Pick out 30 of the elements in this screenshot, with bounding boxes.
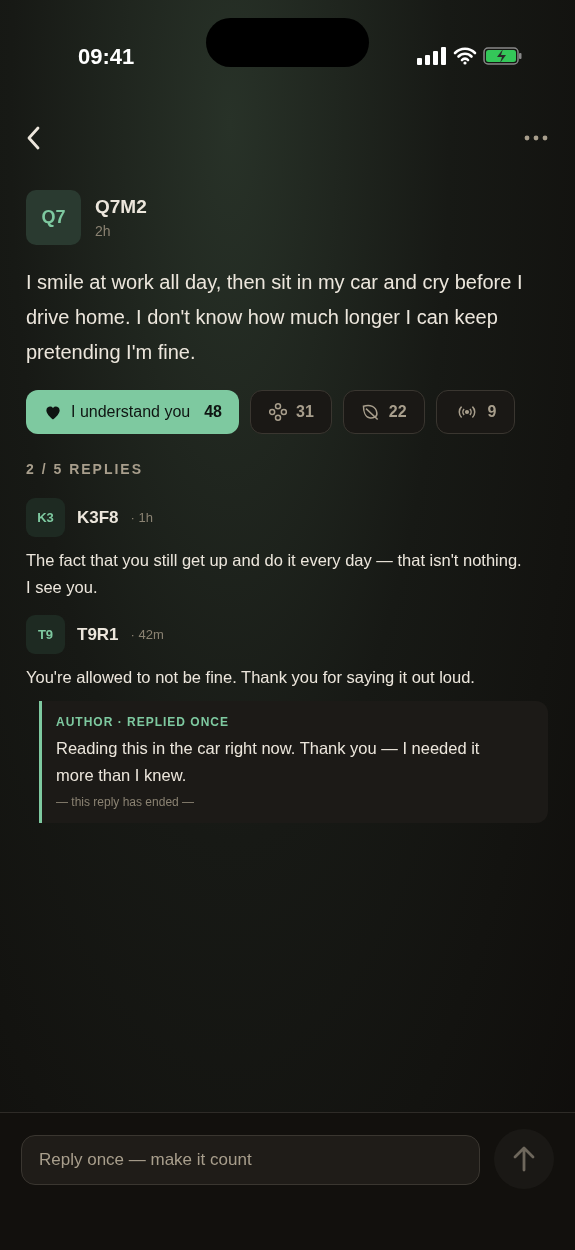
author-name: Q7M2 <box>95 194 147 219</box>
reply-time: · 1h <box>130 508 153 527</box>
reply-ended-note: — this reply has ended — <box>56 794 196 811</box>
status-time: 09:41 <box>78 42 135 71</box>
reply-time: · 42m <box>130 625 164 644</box>
reply-body: You're allowed to not be fine. Thank you for saying it out loud. <box>25 667 476 688</box>
reply-avatar: T9 <box>26 615 65 654</box>
reaction-button[interactable]: 9 <box>435 390 515 434</box>
replies-count: 2 / 5 REPLIES <box>25 460 145 479</box>
reply-author: K3F8 <box>77 506 119 529</box>
leaf-icon <box>360 402 381 422</box>
reply-body: The fact that you still get up and do it every day — that isn't nothing. I see you. <box>25 550 523 598</box>
flower-icon <box>268 402 288 422</box>
reply-avatar: K3 <box>26 498 65 537</box>
author-avatar: Q7 <box>26 190 81 245</box>
reaction-button[interactable]: 31 <box>250 390 332 434</box>
reaction-button[interactable]: 22 <box>342 390 425 434</box>
wifi-icon <box>453 47 477 65</box>
cellular-signal-icon <box>417 47 447 65</box>
reply-input-field[interactable]: Reply once — make it count <box>21 1135 480 1185</box>
post-body: I smile at work all day, then sit in my car and cry before I drive home. I don't know how much longer I can keep pretending I'm fine. <box>25 270 524 365</box>
more-icon <box>524 135 548 141</box>
author-reply-label: AUTHOR · REPLIED ONCE <box>56 714 230 731</box>
author-reply-body: Reading this in the car right now. Thank you — I needed it more than I knew. <box>56 738 481 786</box>
back-icon <box>26 126 40 150</box>
arrow-up-icon <box>513 1146 535 1172</box>
battery-charging-icon <box>483 46 523 66</box>
post-time: 2h <box>95 222 112 242</box>
reply-author: T9R1 <box>77 623 119 646</box>
reaction-button[interactable]: I understand you 48 <box>26 390 239 434</box>
